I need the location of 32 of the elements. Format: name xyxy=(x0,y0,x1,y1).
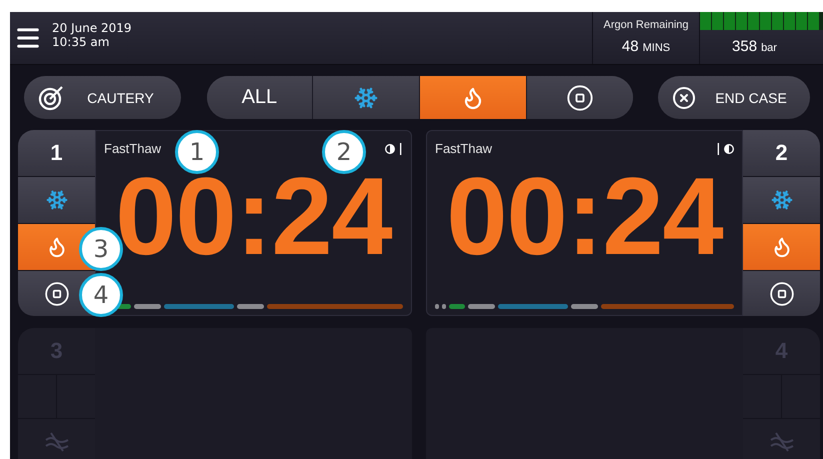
end-case-button[interactable]: END CASE xyxy=(658,76,810,119)
argon-label: Argon Remaining xyxy=(604,19,688,31)
time: 10:35 am xyxy=(52,35,110,49)
contrast-icon[interactable] xyxy=(716,142,734,154)
tank-pressure: 358 xyxy=(732,38,758,55)
freeze-button[interactable] xyxy=(312,76,419,119)
probe-number: 2 xyxy=(775,140,788,166)
freeze-button[interactable] xyxy=(743,177,820,223)
mode-name: FastThaw xyxy=(435,141,492,156)
snowflake-icon xyxy=(770,189,792,211)
timer: 00:24 xyxy=(446,162,723,272)
stop-button[interactable] xyxy=(743,271,820,316)
stop-icon xyxy=(44,281,70,307)
freeze-button[interactable] xyxy=(18,177,95,223)
all-button[interactable]: ALL xyxy=(206,76,312,119)
stop-icon xyxy=(768,281,794,307)
snowflake-icon xyxy=(46,189,68,211)
cautery-button[interactable]: CAUTERY xyxy=(24,76,181,119)
no-flow-icon xyxy=(768,431,794,453)
argon-unit: MINS xyxy=(642,42,670,54)
contrast-icon[interactable] xyxy=(385,142,403,154)
target-icon xyxy=(38,84,64,110)
snowflake-icon xyxy=(354,86,378,110)
argon-value: 48 xyxy=(622,38,639,55)
tank-unit: bar xyxy=(761,42,777,54)
stop-icon xyxy=(566,84,594,112)
no-flow-icon xyxy=(44,431,70,453)
stop-button[interactable] xyxy=(526,76,632,119)
mode-name: FastThaw xyxy=(104,141,162,156)
close-icon xyxy=(672,86,696,110)
probe-number: 1 xyxy=(50,140,63,166)
date: 20 June 2019 xyxy=(52,21,133,35)
